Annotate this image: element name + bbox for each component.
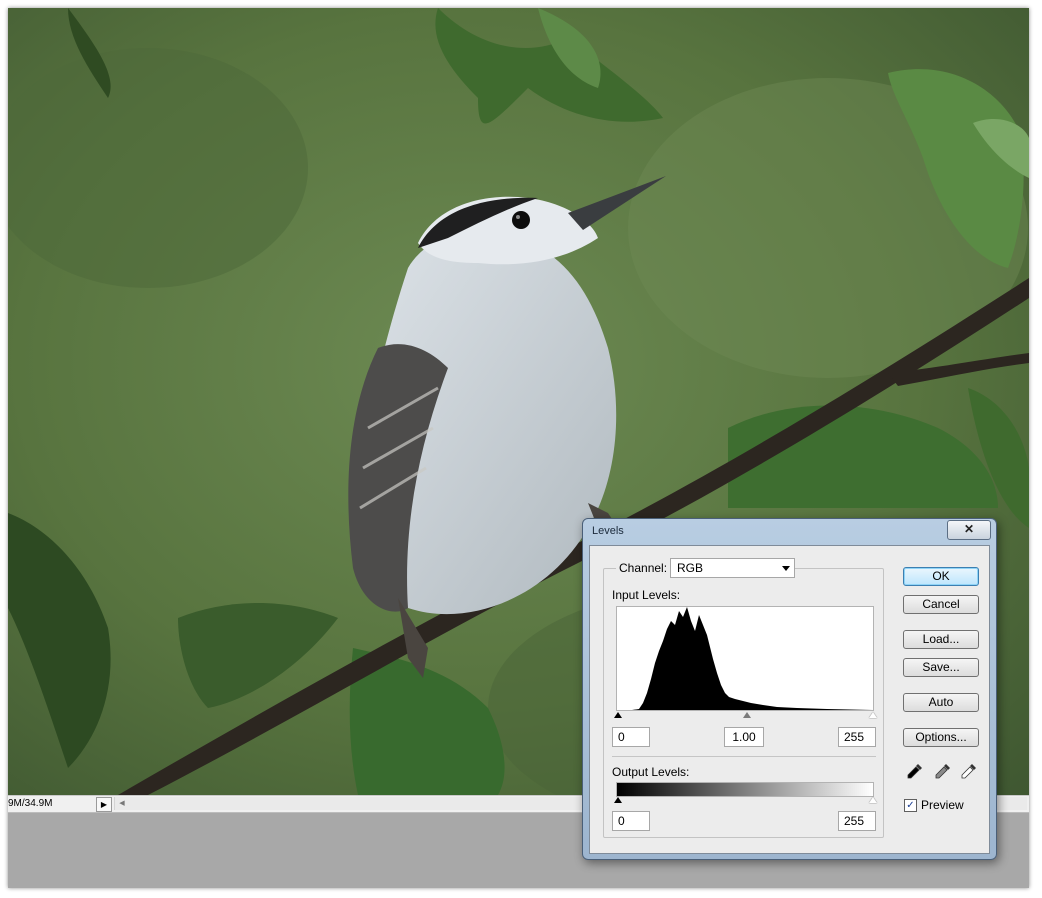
options-button[interactable]: Options...: [903, 728, 979, 747]
input-white-point-slider[interactable]: [869, 712, 877, 718]
cancel-button[interactable]: Cancel: [903, 595, 979, 614]
close-button[interactable]: ✕: [947, 520, 991, 540]
output-separator: [612, 756, 876, 757]
levels-dialog: Levels ✕ Channel: RGB Input Levels: 0 1.…: [582, 518, 997, 860]
input-gamma-field[interactable]: 1.00: [724, 727, 764, 747]
white-point-eyedropper-icon[interactable]: [960, 762, 978, 780]
output-white-field[interactable]: 255: [838, 811, 876, 831]
channel-select[interactable]: RGB: [670, 558, 795, 578]
input-gamma-slider[interactable]: [743, 712, 751, 718]
histogram-graph: [617, 607, 873, 710]
input-levels-label: Input Levels:: [612, 588, 681, 602]
output-levels-label: Output Levels:: [612, 765, 690, 779]
output-white-point-slider[interactable]: [869, 797, 877, 803]
ok-button[interactable]: OK: [903, 567, 979, 586]
document-size-readout: 9M/34.9M: [8, 798, 53, 809]
gray-point-eyedropper-icon[interactable]: [934, 762, 952, 780]
input-black-point-slider[interactable]: [614, 712, 622, 718]
channel-label: Channel:: [616, 561, 671, 575]
chevron-down-icon: [782, 566, 790, 571]
input-black-field[interactable]: 0: [612, 727, 650, 747]
scroll-left-arrow-icon[interactable]: ◀: [117, 797, 127, 810]
channel-select-value: RGB: [677, 561, 704, 575]
levels-histogram: [616, 606, 874, 711]
status-menu-arrow-icon[interactable]: ▶: [96, 797, 112, 812]
output-black-point-slider[interactable]: [614, 797, 622, 803]
preview-checkbox[interactable]: ✓: [904, 799, 917, 812]
input-white-field[interactable]: 255: [838, 727, 876, 747]
load-button[interactable]: Load...: [903, 630, 979, 649]
auto-button[interactable]: Auto: [903, 693, 979, 712]
black-point-eyedropper-icon[interactable]: [906, 762, 924, 780]
dialog-title: Levels: [592, 525, 624, 537]
output-black-field[interactable]: 0: [612, 811, 650, 831]
save-button[interactable]: Save...: [903, 658, 979, 677]
output-gradient-bar: [616, 782, 874, 797]
dialog-client-area: Channel: RGB Input Levels: 0 1.00 255 Ou…: [589, 545, 990, 854]
preview-label: Preview: [921, 798, 964, 812]
